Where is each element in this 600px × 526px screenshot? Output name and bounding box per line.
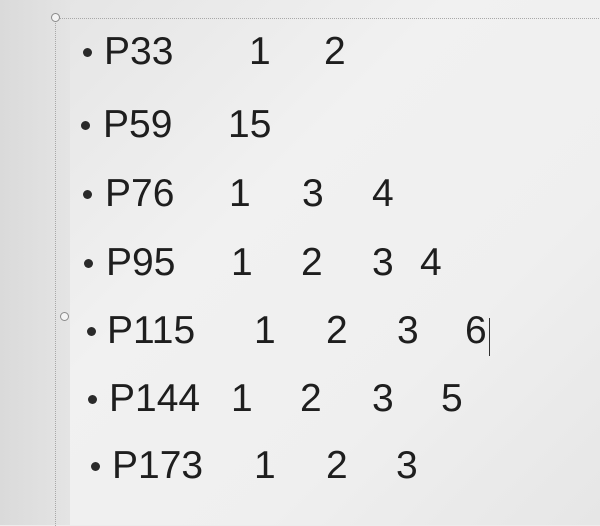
item-number: 4 — [372, 172, 394, 215]
list-item[interactable]: P59 15 — [0, 100, 600, 150]
item-number: 15 — [228, 103, 272, 146]
bullet-dot — [87, 327, 96, 336]
list-item[interactable]: P76 1 3 4 — [0, 169, 600, 219]
bullet-dot — [83, 190, 92, 199]
item-number: 1 — [249, 30, 271, 73]
bullet-dot — [91, 462, 100, 471]
item-number: 4 — [420, 241, 442, 284]
item-number: 3 — [372, 241, 394, 284]
list-item[interactable]: P144 1 2 3 5 — [0, 374, 600, 424]
page-ref: P115 — [107, 309, 196, 352]
item-number: 3 — [302, 172, 324, 215]
page-ref: P76 — [105, 172, 175, 215]
bullet-dot — [83, 48, 92, 57]
list-item[interactable]: P95 1 2 3 4 — [0, 238, 600, 288]
item-number: 2 — [301, 241, 323, 284]
list-item[interactable]: P33 1 2 — [0, 27, 600, 77]
list-item[interactable]: P173 1 2 3 — [0, 441, 600, 491]
bullet-dot — [88, 395, 97, 404]
bullet-dot — [81, 121, 90, 130]
text-cursor — [489, 318, 490, 356]
item-number: 2 — [326, 309, 348, 352]
item-number: 1 — [254, 309, 276, 352]
item-number: 2 — [324, 30, 346, 73]
item-number: 1 — [231, 377, 253, 420]
page-ref: P59 — [103, 103, 173, 146]
page-ref: P173 — [112, 444, 204, 487]
item-number: 1 — [231, 241, 253, 284]
page-ref: P33 — [104, 30, 174, 73]
page-ref: P95 — [106, 241, 176, 284]
bullet-list[interactable]: P33 1 2 P59 15 P76 1 3 4 P95 1 2 3 4 P11… — [0, 0, 600, 525]
item-number: 2 — [300, 377, 322, 420]
list-item[interactable]: P115 1 2 3 6 — [0, 306, 600, 356]
item-number: 3 — [397, 309, 419, 352]
item-number: 1 — [229, 172, 251, 215]
item-number: 3 — [372, 377, 394, 420]
item-number: 5 — [441, 377, 463, 420]
item-number: 3 — [396, 444, 418, 487]
item-number: 1 — [254, 444, 276, 487]
item-number: 6 — [465, 309, 487, 352]
item-number: 2 — [326, 444, 348, 487]
bullet-dot — [84, 259, 93, 268]
page-ref: P144 — [109, 377, 201, 420]
